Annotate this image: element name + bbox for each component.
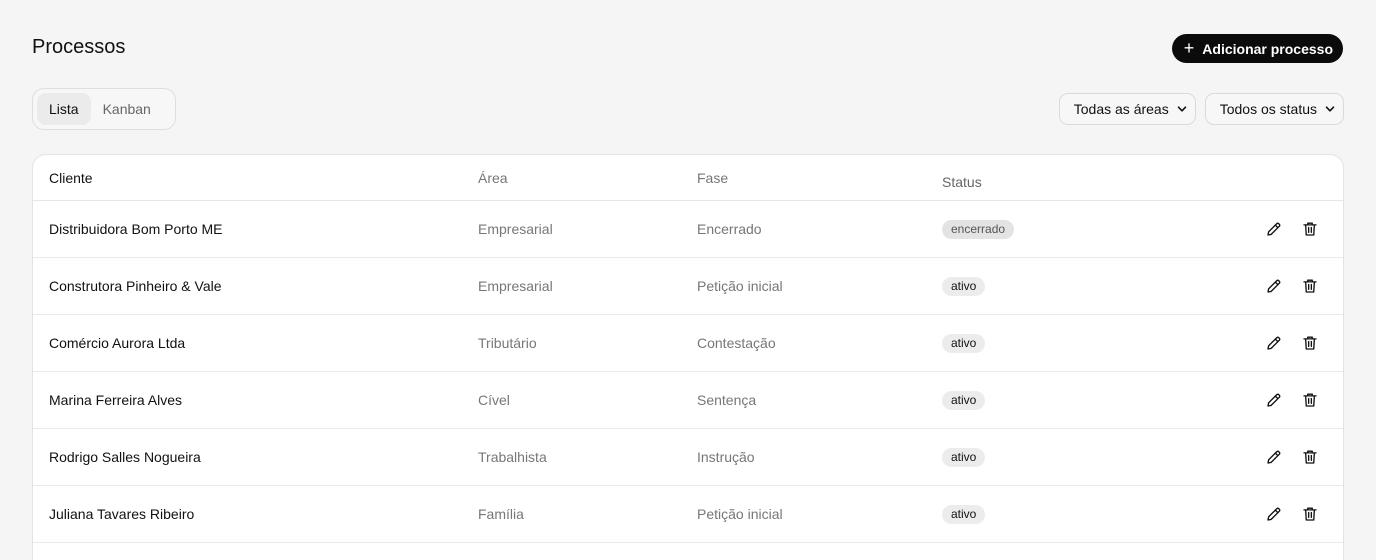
cell-fase: Sentença: [697, 392, 757, 408]
cell-cliente: Rodrigo Salles Nogueira: [49, 449, 201, 465]
cell-cliente: Construtora Pinheiro & Vale: [49, 278, 222, 294]
edit-pencil-icon[interactable]: [1265, 277, 1283, 295]
row-actions: [1265, 277, 1319, 295]
row-actions: [1265, 391, 1319, 409]
delete-trash-icon[interactable]: [1301, 334, 1319, 352]
status-badge: ativo: [942, 391, 986, 410]
cell-cliente: Comércio Aurora Ltda: [49, 335, 186, 351]
table-row: Rodrigo Salles Nogueira Trabalhista Inst…: [33, 429, 1343, 486]
cell-status: ativo: [942, 334, 986, 353]
cell-fase: Petição inicial: [697, 506, 783, 522]
area-filter-value: Todas as áreas: [1073, 101, 1169, 117]
row-actions: [1265, 505, 1319, 523]
status-badge: ativo: [942, 334, 986, 353]
cell-status: encerrado: [942, 220, 1015, 239]
cell-cliente: Juliana Tavares Ribeiro: [49, 506, 195, 522]
cell-area: Empresarial: [478, 221, 553, 237]
edit-pencil-icon[interactable]: [1265, 334, 1283, 352]
edit-pencil-icon[interactable]: [1265, 391, 1283, 409]
cell-area: Cível: [478, 392, 510, 408]
edit-pencil-icon[interactable]: [1265, 505, 1283, 523]
tab-kanban[interactable]: Kanban: [91, 93, 163, 125]
delete-trash-icon[interactable]: [1301, 277, 1319, 295]
column-header-fase: Fase: [697, 170, 729, 186]
status-filter-select[interactable]: Todos os status: [1204, 93, 1344, 125]
table-row: Marina Ferreira Alves Cível Sentença ati…: [33, 372, 1343, 429]
cell-status: ativo: [942, 277, 986, 296]
edit-pencil-icon[interactable]: [1265, 448, 1283, 466]
column-header-area: Área: [478, 170, 508, 186]
cell-fase: Contestação: [697, 335, 776, 351]
row-actions: [1265, 220, 1319, 238]
status-badge: ativo: [942, 448, 986, 467]
cell-fase: Petição inicial: [697, 278, 783, 294]
cell-area: Família: [478, 506, 524, 522]
delete-trash-icon[interactable]: [1301, 505, 1319, 523]
cell-fase: Encerrado: [697, 221, 762, 237]
row-actions: [1265, 334, 1319, 352]
processes-table: Cliente Área Fase Status Distribuidora B…: [32, 154, 1344, 560]
delete-trash-icon[interactable]: [1301, 220, 1319, 238]
cell-status: ativo: [942, 448, 986, 467]
table-row: Distribuidora Bom Porto ME Empresarial E…: [33, 201, 1343, 258]
status-filter-value: Todos os status: [1219, 101, 1317, 117]
chevron-down-icon: [1177, 106, 1187, 112]
area-filter-select[interactable]: Todas as áreas: [1058, 93, 1196, 125]
page-title: Processos: [32, 36, 126, 58]
page-header: Processos + Adicionar processo: [32, 34, 1343, 64]
delete-trash-icon[interactable]: [1301, 391, 1319, 409]
table-row: Comércio Aurora Ltda Tributário Contesta…: [33, 315, 1343, 372]
status-badge: encerrado: [942, 220, 1015, 239]
cell-status: ativo: [942, 391, 986, 410]
add-process-button[interactable]: + Adicionar processo: [1171, 34, 1343, 63]
row-actions: [1265, 448, 1319, 466]
add-process-label: Adicionar processo: [1202, 40, 1333, 57]
tab-lista[interactable]: Lista: [37, 93, 91, 125]
cell-fase: Instrução: [697, 449, 755, 465]
column-header-cliente: Cliente: [49, 170, 93, 186]
table-row: Juliana Tavares Ribeiro Família Petição …: [33, 486, 1343, 543]
status-badge: ativo: [942, 277, 986, 296]
cell-cliente: Distribuidora Bom Porto ME: [49, 221, 223, 237]
status-badge: ativo: [942, 505, 986, 524]
filters: Todas as áreas Todos os status: [1058, 93, 1344, 125]
cell-cliente: Marina Ferreira Alves: [49, 392, 183, 408]
cell-area: Trabalhista: [478, 449, 547, 465]
chevron-down-icon: [1325, 106, 1335, 112]
table-header: Cliente Área Fase Status: [33, 155, 1343, 201]
column-header-status: Status: [942, 174, 982, 190]
cell-area: Empresarial: [478, 278, 553, 294]
delete-trash-icon[interactable]: [1301, 448, 1319, 466]
view-toggle: Lista Kanban: [32, 88, 176, 130]
plus-icon: +: [1183, 37, 1195, 58]
cell-status: ativo: [942, 505, 986, 524]
cell-area: Tributário: [478, 335, 537, 351]
edit-pencil-icon[interactable]: [1265, 220, 1283, 238]
table-body: Distribuidora Bom Porto ME Empresarial E…: [33, 201, 1343, 543]
table-row: Construtora Pinheiro & Vale Empresarial …: [33, 258, 1343, 315]
